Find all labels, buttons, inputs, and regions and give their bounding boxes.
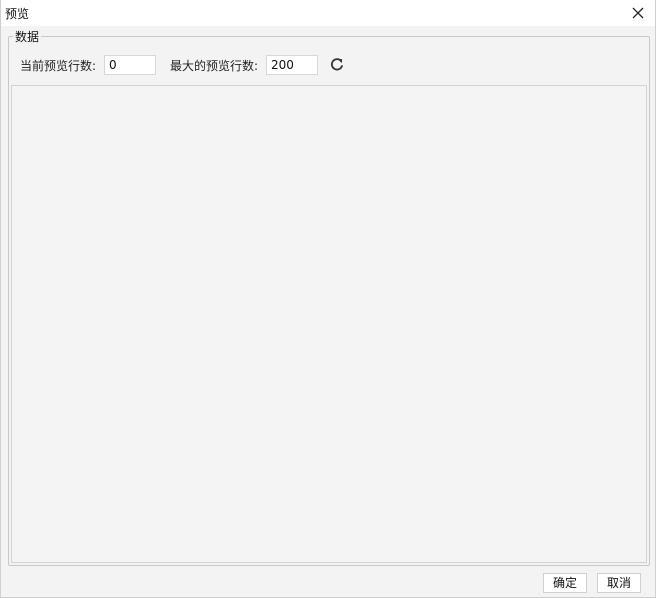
- data-group: 数据 当前预览行数: 最大的预览行数:: [8, 28, 650, 566]
- cancel-button[interactable]: 取消: [597, 573, 641, 593]
- max-rows-input[interactable]: [266, 55, 318, 75]
- preview-content-area[interactable]: [11, 85, 647, 563]
- current-rows-input[interactable]: [104, 55, 156, 75]
- preview-toolbar: 当前预览行数: 最大的预览行数:: [9, 37, 649, 85]
- current-rows-label: 当前预览行数:: [20, 59, 97, 73]
- dialog-title: 预览: [5, 7, 30, 21]
- ok-button[interactable]: 确定: [543, 573, 587, 593]
- refresh-icon: [330, 58, 343, 71]
- title-bar: 预览: [1, 0, 655, 26]
- close-button[interactable]: [629, 4, 647, 22]
- close-icon: [632, 7, 644, 19]
- preview-dialog: 预览 数据 当前预览行数: 最大的预览行数: 确定 取消: [0, 0, 656, 598]
- max-rows-label: 最大的预览行数:: [170, 59, 259, 73]
- refresh-button[interactable]: [328, 55, 346, 75]
